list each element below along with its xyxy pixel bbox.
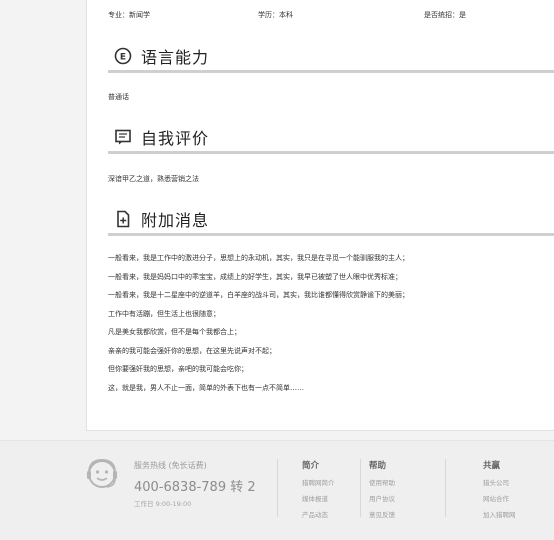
section-title: 附加消息 xyxy=(141,211,210,230)
paragraph-line: 但你要强奸我的思想，亲吧的我可能会吃你； xyxy=(108,365,248,373)
paragraph-line: 一般看来，我是十二星座中的逆道羊，白羊座的战斗司，其实，我比谁都懂得欣赏静谧下的… xyxy=(108,291,409,299)
section-divider xyxy=(108,233,554,236)
self-evaluation-content: 深谙甲乙之道，熟悉营销之法 xyxy=(108,175,199,183)
footer-link[interactable]: 加入猎聘网 xyxy=(483,509,516,525)
additional-info-paragraph: 一般看来，我是工作中的激进分子，思想上的永动机，其实，我只是在寻觅一个能驯服我的… xyxy=(108,253,548,401)
service-hotline-label: 服务热线 (免长话费) xyxy=(134,461,207,470)
service-phone-number: 400-6838-789 转 2 xyxy=(134,480,256,495)
section-title: 语言能力 xyxy=(141,48,210,67)
language-content: 普通话 xyxy=(108,93,129,101)
footer-link[interactable]: 猎头公司 xyxy=(483,477,516,493)
profile-meta-row: 专业：新闻学 学历：本科 是否统招：是 xyxy=(108,10,548,22)
footer-link[interactable]: 网站合作 xyxy=(483,493,516,509)
paragraph-line: 一般看来，我是工作中的激进分子，思想上的永动机，其实，我只是在寻觅一个能驯服我的… xyxy=(108,254,409,262)
footer-divider xyxy=(445,459,446,517)
overseas-field: 是否统招：是 xyxy=(424,11,466,19)
paragraph-line: 亲亲的我可能会强奸你的思想，在这里先说声对不起； xyxy=(108,346,276,355)
footer-link[interactable]: 猎聘网简介 xyxy=(302,477,335,493)
footer-column-title: 简介 xyxy=(302,461,320,471)
footer-link[interactable]: 使用帮助 xyxy=(369,477,395,493)
chat-bubble-icon xyxy=(113,127,133,147)
footer-column-partnership: 共赢 猎头公司 网站合作 加入猎聘网 xyxy=(483,459,516,525)
section-divider xyxy=(108,70,554,73)
service-hours: 工作日 9:00-19:00 xyxy=(134,500,192,508)
footer-divider xyxy=(277,459,278,517)
paragraph-line: 凡是美女我都欣赏，但不是每个我都合上； xyxy=(108,328,241,336)
customer-service-icon xyxy=(85,457,119,491)
footer-divider xyxy=(360,459,361,517)
major-field: 专业：新闻学 xyxy=(108,11,150,19)
resume-card: 专业：新闻学 学历：本科 是否统招：是 E 语言能力 普通话 自我评价 深谙甲乙… xyxy=(86,0,554,431)
footer-column-title: 帮助 xyxy=(369,461,387,471)
svg-text:E: E xyxy=(120,53,126,63)
section-divider xyxy=(108,151,554,154)
paragraph-line: 工作中有活蹦，但生活上也很随意； xyxy=(108,309,220,318)
document-plus-icon xyxy=(113,209,133,229)
footer-column-intro: 简介 猎聘网简介 媒体报道 产品动态 xyxy=(302,459,335,525)
site-footer: 服务热线 (免长话费) 400-6838-789 转 2 工作日 9:00-19… xyxy=(0,440,554,540)
e-circle-icon: E xyxy=(113,46,133,66)
footer-link[interactable]: 产品动态 xyxy=(302,509,335,525)
footer-column-help: 帮助 使用帮助 用户协议 意见反馈 xyxy=(369,459,395,525)
footer-link[interactable]: 用户协议 xyxy=(369,493,395,509)
section-title: 自我评价 xyxy=(141,129,210,148)
footer-link[interactable]: 意见反馈 xyxy=(369,509,395,525)
language-section-header: E 语言能力 xyxy=(108,43,554,73)
self-evaluation-section-header: 自我评价 xyxy=(108,124,554,154)
footer-link[interactable]: 媒体报道 xyxy=(302,493,335,509)
paragraph-line: 一般看来，我是妈妈口中的乖宝宝，成绩上的好学生，其实，我早已被塑了世人眼中优秀标… xyxy=(108,272,402,281)
paragraph-line: 这，就是我，男人不止一面，简单的外表下也有一点不简单…… xyxy=(108,383,304,392)
additional-info-section-header: 附加消息 xyxy=(108,206,554,236)
footer-column-title: 共赢 xyxy=(483,461,501,471)
education-field: 学历：本科 xyxy=(258,11,293,19)
